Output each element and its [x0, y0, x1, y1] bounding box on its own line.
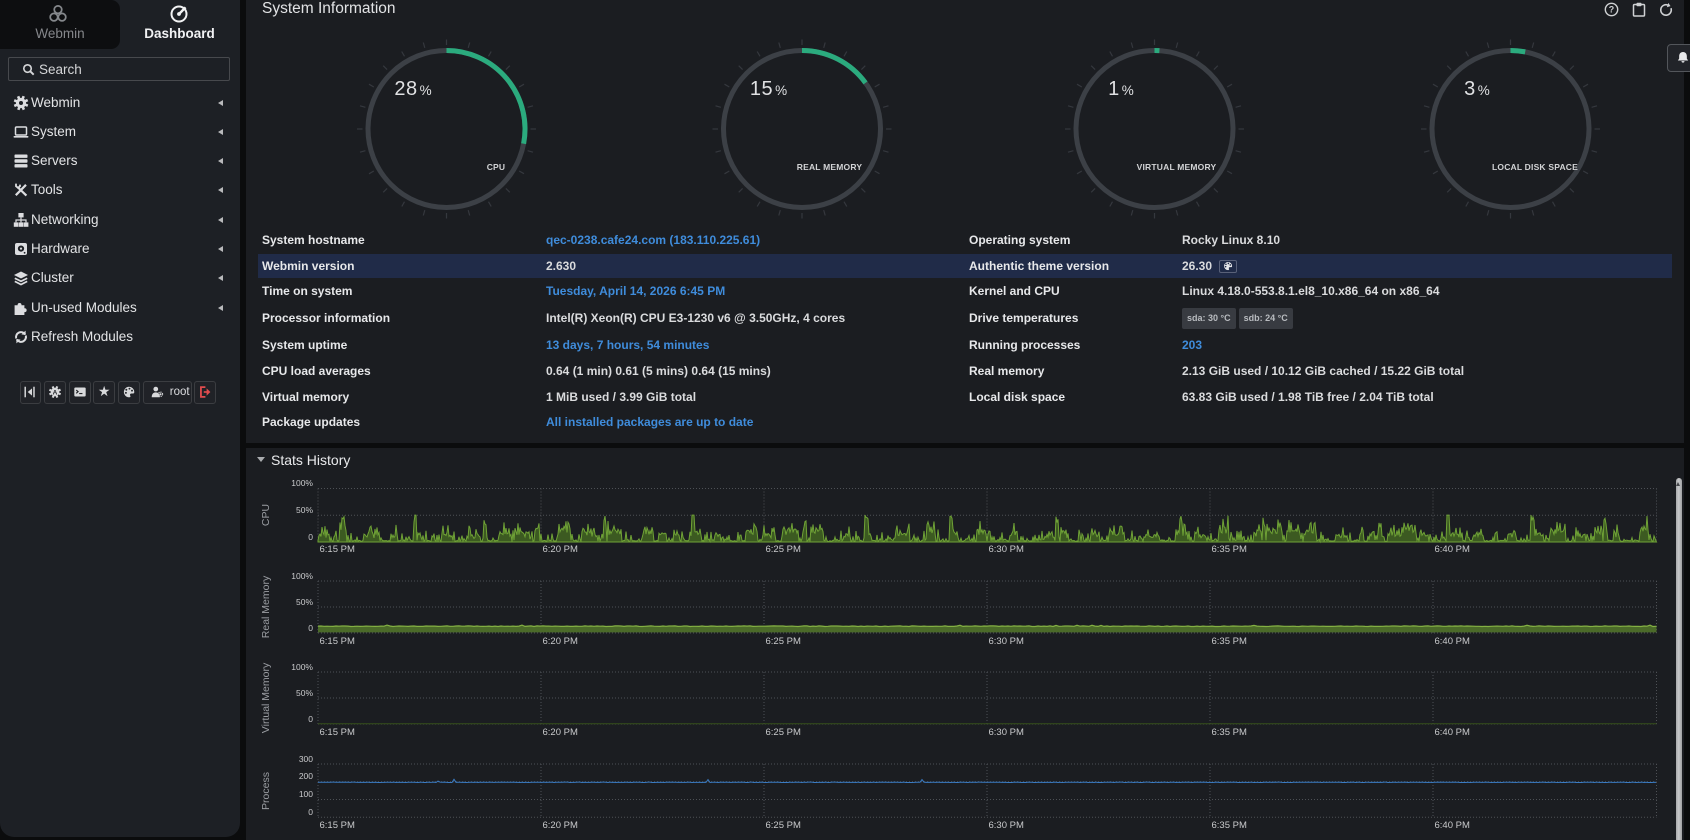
svg-text:?: ? — [1609, 5, 1614, 15]
svg-text:A: A — [53, 390, 58, 397]
